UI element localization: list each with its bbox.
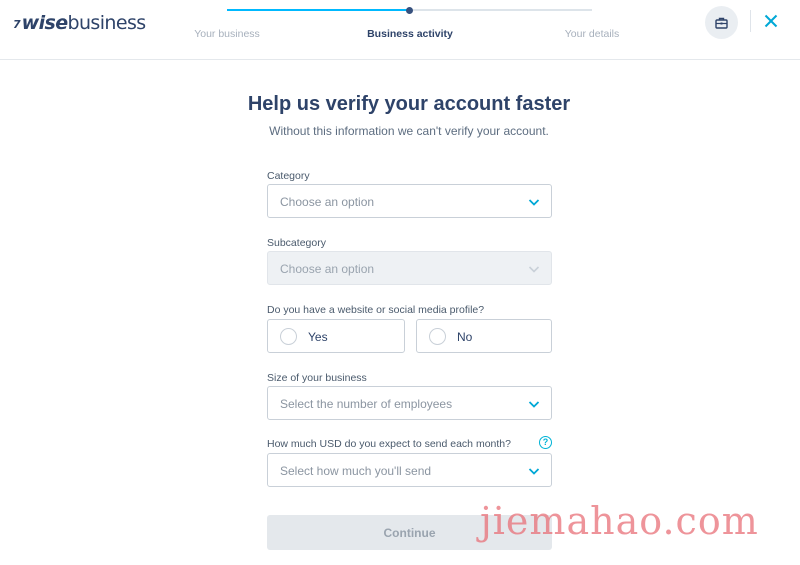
progress-stepper: Your business Business activity Your det… bbox=[0, 0, 800, 60]
stepper-current-dot bbox=[406, 7, 413, 14]
header-divider bbox=[750, 10, 751, 32]
business-size-label: Size of your business bbox=[267, 372, 367, 384]
radio-circle-icon bbox=[280, 328, 297, 345]
option-no-label: No bbox=[457, 330, 473, 344]
monthly-volume-placeholder: Select how much you'll send bbox=[280, 464, 432, 478]
category-label: Category bbox=[267, 170, 310, 182]
top-header: 7 wisebusiness Your business Business ac… bbox=[0, 0, 800, 60]
chevron-down-icon bbox=[528, 266, 540, 273]
category-select[interactable]: Choose an option bbox=[267, 184, 552, 218]
watermark-text: jiemahao.com bbox=[480, 499, 759, 543]
option-yes-label: Yes bbox=[308, 330, 328, 344]
monthly-volume-select[interactable]: Select how much you'll send bbox=[267, 453, 552, 487]
chevron-down-icon bbox=[528, 468, 540, 475]
monthly-volume-label: How much USD do you expect to send each … bbox=[267, 438, 511, 450]
page-title: Help us verify your account faster bbox=[247, 93, 571, 115]
stepper-progress bbox=[227, 9, 408, 11]
website-question-label: Do you have a website or social media pr… bbox=[267, 304, 485, 316]
website-option-yes[interactable]: Yes bbox=[267, 319, 405, 353]
close-button[interactable] bbox=[760, 10, 782, 32]
business-size-select[interactable]: Select the number of employees bbox=[267, 386, 552, 420]
subcategory-label: Subcategory bbox=[267, 237, 326, 249]
subcategory-select: Choose an option bbox=[267, 251, 552, 285]
category-placeholder: Choose an option bbox=[280, 195, 375, 209]
chevron-down-icon bbox=[528, 401, 540, 408]
subcategory-placeholder: Choose an option bbox=[280, 262, 375, 276]
chevron-down-icon bbox=[528, 199, 540, 206]
website-option-no[interactable]: No bbox=[416, 319, 552, 353]
briefcase-icon bbox=[715, 17, 728, 29]
step-business-activity: Business activity bbox=[367, 28, 453, 40]
business-profile-button[interactable] bbox=[705, 6, 738, 39]
step-your-business[interactable]: Your business bbox=[194, 28, 260, 40]
radio-circle-icon bbox=[429, 328, 446, 345]
step-your-details: Your details bbox=[564, 28, 620, 40]
question-icon[interactable]: ? bbox=[539, 436, 552, 449]
close-icon bbox=[764, 14, 778, 28]
business-size-placeholder: Select the number of employees bbox=[280, 397, 453, 411]
page-subtitle: Without this information we can't verify… bbox=[269, 124, 549, 138]
